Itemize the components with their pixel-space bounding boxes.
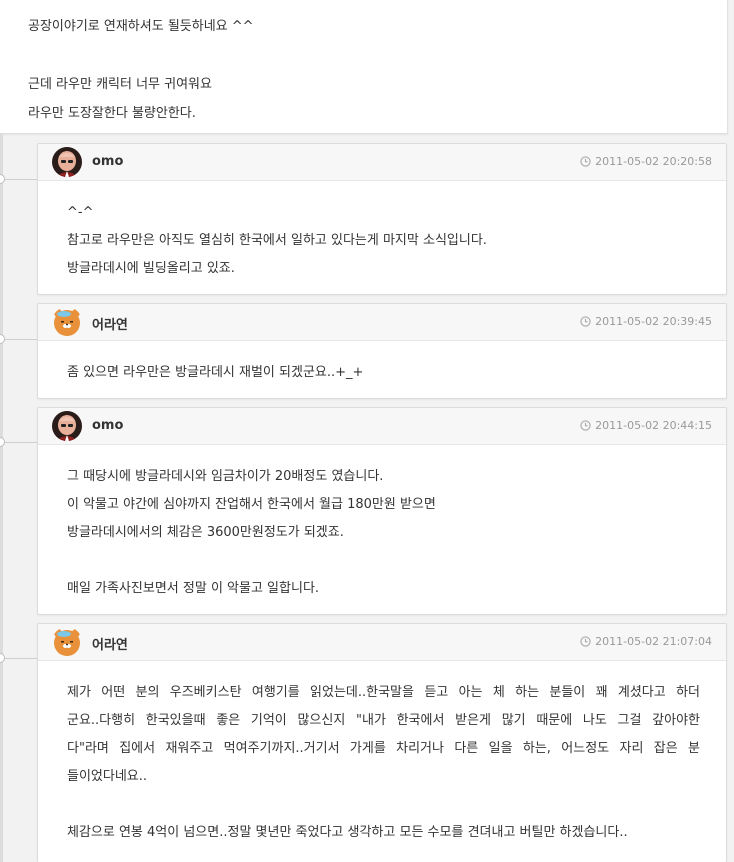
post-line: [28, 41, 727, 70]
comment-body: 제가 어떤 분의 우즈베키스탄 여행기를 읽었는데..한국말을 듣고 아는 체 …: [38, 661, 726, 857]
thread-connector: [5, 658, 37, 659]
comment-line: [67, 547, 700, 575]
comment: omo 2011-05-02 20:44:15 그 때당시에 방글라데시와 임금…: [37, 407, 727, 615]
comment-line: ^-^: [67, 205, 94, 220]
comment-body: ^-^ 참고로 라우만은 아직도 열심히 한국에서 일하고 있다는게 마지막 소…: [38, 181, 726, 293]
comment: 어라연 2011-05-02 20:39:45 좀 있으면 라우만은 방글라데시…: [37, 303, 727, 399]
comment-author[interactable]: omo: [92, 154, 123, 169]
clock-icon: [580, 156, 591, 167]
comment-line: 좀 있으면 라우만은 방글라데시 재벌이 되겠군요..+_+: [67, 365, 364, 380]
comment-date-text: 2011-05-02 21:07:04: [595, 635, 712, 648]
comment-line: [67, 791, 700, 819]
comment-header: omo 2011-05-02 20:44:15: [38, 408, 726, 445]
comment-line: 그 때당시에 방글라데시와 임금차이가 20배정도 였습니다.: [67, 469, 384, 484]
comment-date-text: 2011-05-02 20:44:15: [595, 419, 712, 432]
post-line: 근데 라우만 캐릭터 너무 귀여워요: [28, 77, 212, 92]
thread-line: [0, 133, 3, 862]
post-body: 공장이야기로 연재하셔도 될듯하네요 ^^ 근데 라우만 캐릭터 너무 귀여워요…: [0, 0, 727, 128]
comment-header: omo 2011-05-02 20:20:58: [38, 144, 726, 181]
comment-header: 어라연 2011-05-02 20:39:45: [38, 304, 726, 341]
thread-connector: [5, 442, 37, 443]
comment-header: 어라연 2011-05-02 21:07:04: [38, 624, 726, 661]
bald-man-avatar-icon[interactable]: [52, 147, 82, 177]
comment-date: 2011-05-02 20:39:45: [580, 315, 712, 328]
clock-icon: [580, 316, 591, 327]
comment: omo 2011-05-02 20:20:58 ^-^ 참고로 라우만은 아직도…: [37, 143, 727, 295]
comment-author[interactable]: omo: [92, 418, 123, 433]
comment-line: 매일 가족사진보면서 정말 이 악물고 일합니다.: [67, 581, 320, 596]
comment: 어라연 2011-05-02 21:07:04 제가 어떤 분의 우즈베키스탄 …: [37, 623, 727, 862]
comment-line: 방글라데시에 빌딩올리고 있죠.: [67, 261, 235, 276]
comment-date: 2011-05-02 21:07:04: [580, 635, 712, 648]
thread-connector: [5, 179, 37, 180]
comment-author[interactable]: 어라연: [92, 634, 128, 653]
comment-line: 다"라며 집에서 재워주고 먹여주기까지..거기서 가게를 차리거나 다른 일을…: [67, 741, 700, 756]
comment-line: 참고로 라우만은 아직도 열심히 한국에서 일하고 있다는게 마지막 소식입니다…: [67, 233, 487, 248]
clock-icon: [580, 420, 591, 431]
comment-date-text: 2011-05-02 20:39:45: [595, 315, 712, 328]
comment-date: 2011-05-02 20:20:58: [580, 155, 712, 168]
ryan-bear-avatar-icon[interactable]: [52, 627, 82, 657]
bald-man-avatar-icon[interactable]: [52, 411, 82, 441]
comment-line: 제가 어떤 분의 우즈베키스탄 여행기를 읽었는데..한국말을 듣고 아는 체 …: [67, 685, 700, 700]
comment-body: 좀 있으면 라우만은 방글라데시 재벌이 되겠군요..+_+: [38, 341, 726, 397]
post-line: 공장이야기로 연재하셔도 될듯하네요 ^^: [28, 19, 254, 34]
comment-date: 2011-05-02 20:44:15: [580, 419, 712, 432]
post-card: 공장이야기로 연재하셔도 될듯하네요 ^^ 근데 라우만 캐릭터 너무 귀여워요…: [0, 0, 728, 134]
ryan-bear-avatar-icon[interactable]: [52, 307, 82, 337]
clock-icon: [580, 636, 591, 647]
comment-author[interactable]: 어라연: [92, 314, 128, 333]
comment-line: 들이었다네요..: [67, 769, 148, 784]
comment-line: 방글라데시에서의 체감은 3600만원정도가 되겠죠.: [67, 525, 344, 540]
comment-line: 이 악물고 야간에 심야까지 잔업해서 한국에서 월급 180만원 받으면: [67, 497, 436, 512]
comment-body: 그 때당시에 방글라데시와 임금차이가 20배정도 였습니다. 이 악물고 야간…: [38, 445, 726, 613]
thread-connector: [5, 339, 37, 340]
post-line: 라우만 도장잘한다 불량안한다.: [28, 106, 196, 121]
comment-date-text: 2011-05-02 20:20:58: [595, 155, 712, 168]
comment-line: 체감으로 연봉 4억이 넘으면..정말 몇년만 죽었다고 생각하고 모든 수모를…: [67, 825, 628, 840]
comment-line: 군요..다행히 한국있을때 좋은 기억이 많으신지 "내가 한국에서 받은게 많…: [67, 713, 700, 728]
